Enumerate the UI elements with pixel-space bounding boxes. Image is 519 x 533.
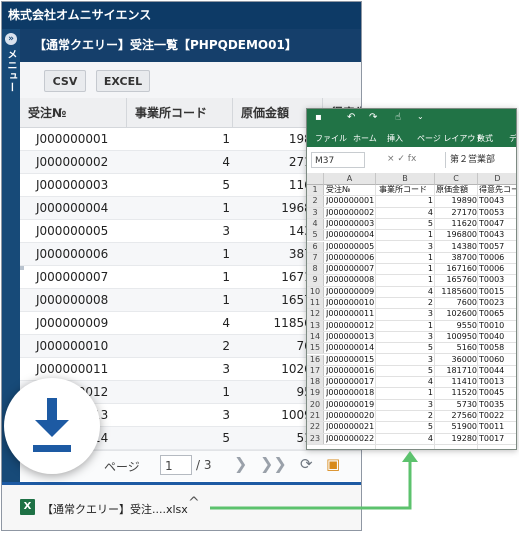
connector-arrow xyxy=(210,451,418,510)
